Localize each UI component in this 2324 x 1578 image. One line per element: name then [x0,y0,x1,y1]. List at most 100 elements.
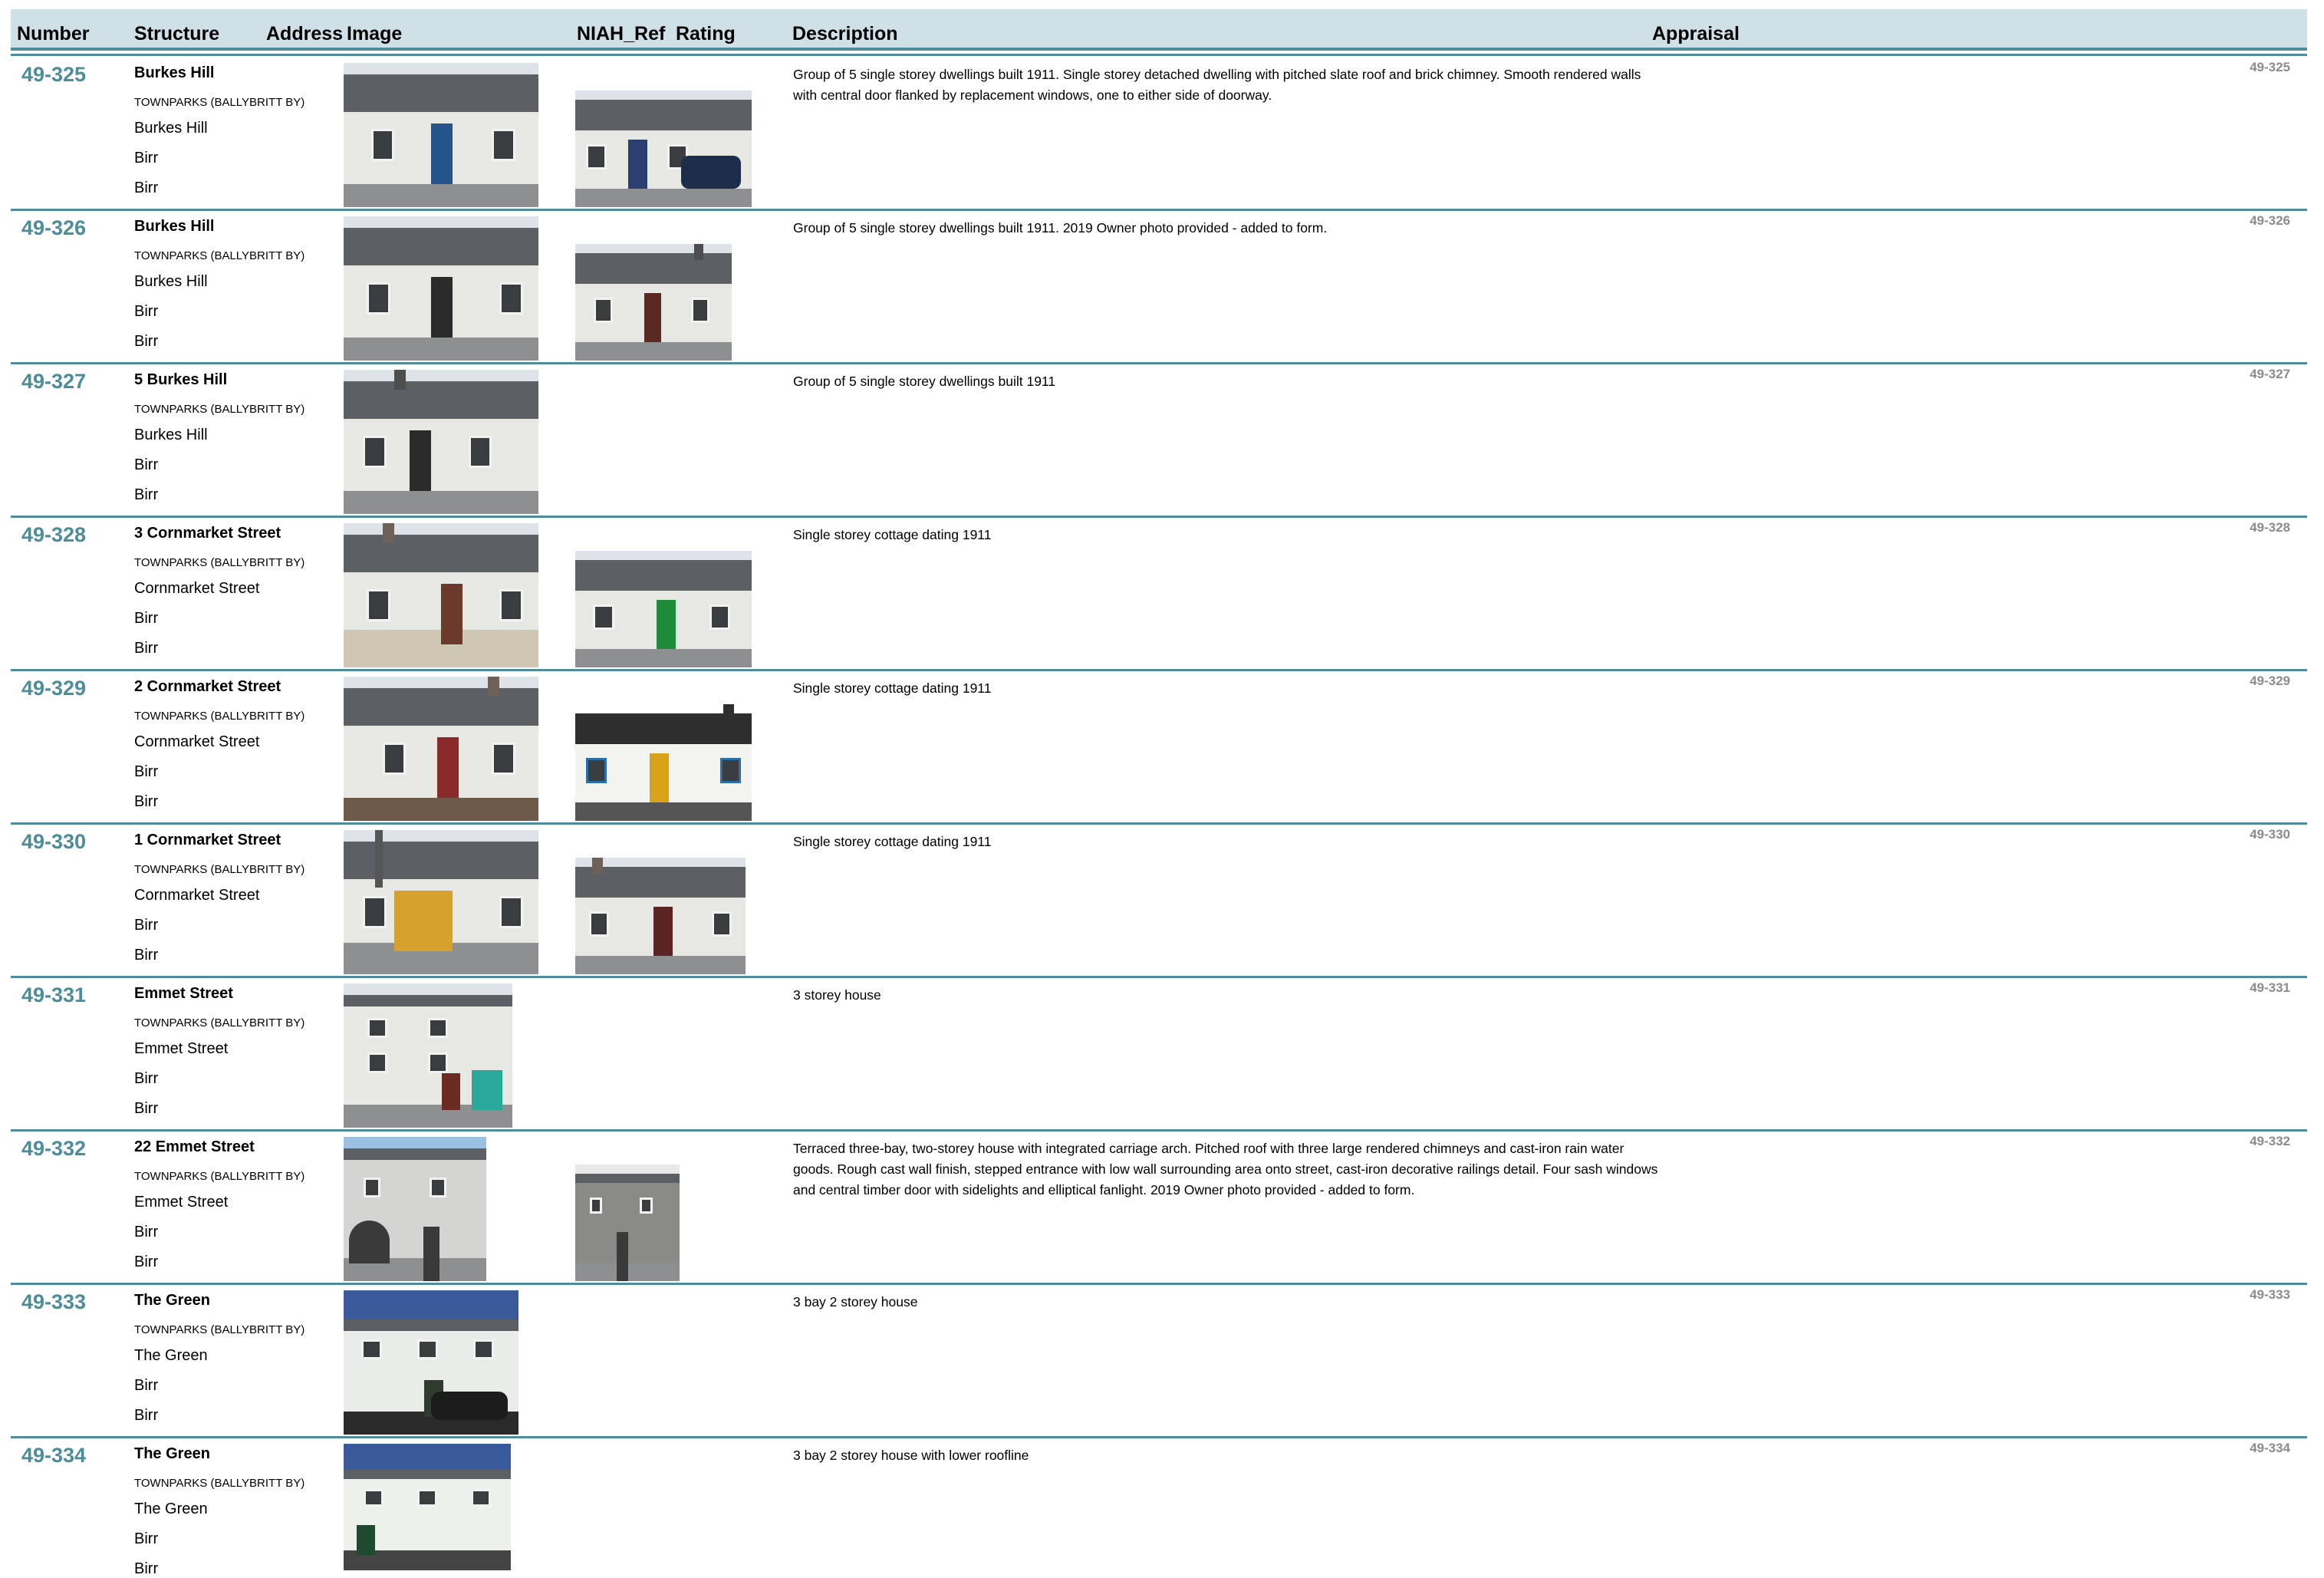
header-divider [11,54,2307,56]
record-town: Birr [134,1530,159,1547]
record-description: 3 storey house [793,987,881,1003]
header-appraisal: Appraisal [1652,23,1740,44]
header-number: Number [17,23,90,44]
record-area: Birr [134,333,159,350]
record-ref: 49-329 [2250,674,2290,688]
structure-photo [344,983,512,1128]
register-page: Number Structure Address Image NIAH_Ref … [0,0,2324,1577]
record-area: Birr [134,1100,159,1117]
record-townland: TOWNPARKS (BALLYBRITT BY) [134,556,305,569]
row-divider [11,1129,2307,1132]
record-description: Single storey cottage dating 1911 [793,680,992,696]
structure-photo [344,1444,511,1570]
table-row: 49-334 The Green TOWNPARKS (BALLYBRITT B… [0,1439,2324,1577]
record-structure: 5 Burkes Hill [134,371,228,388]
record-area: Birr [134,640,159,657]
record-number: 49-327 [21,370,87,393]
record-street: Cornmarket Street [134,887,260,904]
record-area: Birr [134,486,159,503]
record-townland: TOWNPARKS (BALLYBRITT BY) [134,1323,305,1336]
record-street: Burkes Hill [134,273,208,290]
record-townland: TOWNPARKS (BALLYBRITT BY) [134,1477,305,1490]
record-street: Cornmarket Street [134,733,260,750]
niah-photo [575,704,752,821]
record-townland: TOWNPARKS (BALLYBRITT BY) [134,96,305,109]
record-townland: TOWNPARKS (BALLYBRITT BY) [134,863,305,876]
record-town: Birr [134,1070,159,1087]
record-ref: 49-328 [2250,520,2290,535]
table-row: 49-331 Emmet Street TOWNPARKS (BALLYBRIT… [0,979,2324,1132]
record-number: 49-326 [21,216,87,239]
table-row: 49-325 Burkes Hill TOWNPARKS (BALLYBRITT… [0,58,2324,211]
structure-photo [344,523,538,667]
record-structure: The Green [134,1445,210,1462]
record-townland: TOWNPARKS (BALLYBRITT BY) [134,1016,305,1029]
table-row: 49-329 2 Cornmarket Street TOWNPARKS (BA… [0,672,2324,825]
row-divider [11,516,2307,518]
record-ref: 49-331 [2250,980,2290,995]
record-area: Birr [134,1407,159,1424]
row-divider [11,822,2307,825]
header-structure: Structure [134,23,220,44]
record-structure: Emmet Street [134,985,233,1002]
record-number: 49-329 [21,677,87,700]
record-structure: 2 Cornmarket Street [134,678,281,695]
record-description: 3 bay 2 storey house [793,1294,918,1310]
structure-photo [344,370,538,514]
record-townland: TOWNPARKS (BALLYBRITT BY) [134,1170,305,1183]
header-image: Image [347,23,403,44]
structure-photo [344,1290,518,1435]
record-number: 49-325 [21,63,87,86]
niah-photo [575,91,752,207]
record-description: Single storey cottage dating 1911 [793,834,992,849]
row-divider [11,669,2307,671]
row-divider [11,976,2307,978]
record-street: The Green [134,1501,208,1517]
record-town: Birr [134,456,159,473]
header-niah-ref: NIAH_Ref [577,23,666,44]
record-street: Burkes Hill [134,120,208,137]
record-area: Birr [134,1560,159,1577]
structure-photo [344,216,538,361]
record-ref: 49-333 [2250,1287,2290,1302]
record-area: Birr [134,1254,159,1270]
record-ref: 49-326 [2250,213,2290,228]
record-structure: The Green [134,1292,210,1309]
record-number: 49-333 [21,1290,87,1313]
record-number: 49-331 [21,983,87,1006]
header-address: Address [266,23,344,44]
record-number: 49-334 [21,1444,87,1467]
table-row: 49-330 1 Cornmarket Street TOWNPARKS (BA… [0,825,2324,978]
record-ref: 49-325 [2250,60,2290,74]
row-divider [11,362,2307,364]
record-ref: 49-327 [2250,367,2290,381]
record-town: Birr [134,303,159,320]
record-area: Birr [134,180,159,196]
record-area: Birr [134,947,159,964]
record-ref: 49-334 [2250,1441,2290,1455]
record-town: Birr [134,150,159,166]
niah-photo [575,858,746,974]
record-townland: TOWNPARKS (BALLYBRITT BY) [134,403,305,416]
niah-photo [575,1165,680,1281]
structure-photo [344,1137,486,1281]
record-townland: TOWNPARKS (BALLYBRITT BY) [134,249,305,262]
record-description: Group of 5 single storey dwellings built… [793,67,1641,103]
record-description: Group of 5 single storey dwellings built… [793,374,1056,389]
table-row: 49-333 The Green TOWNPARKS (BALLYBRITT B… [0,1286,2324,1438]
row-divider [11,1436,2307,1438]
structure-photo [344,830,538,974]
row-divider [11,209,2307,211]
record-town: Birr [134,763,159,780]
record-street: The Green [134,1347,208,1364]
record-structure: 1 Cornmarket Street [134,832,281,848]
record-structure: Burkes Hill [134,218,215,235]
table-row: 49-327 5 Burkes Hill TOWNPARKS (BALLYBRI… [0,365,2324,518]
table-row: 49-328 3 Cornmarket Street TOWNPARKS (BA… [0,519,2324,671]
record-town: Birr [134,610,159,627]
record-area: Birr [134,793,159,810]
structure-photo [344,63,538,207]
record-number: 49-330 [21,830,87,853]
record-structure: Burkes Hill [134,64,215,81]
record-street: Emmet Street [134,1040,229,1057]
